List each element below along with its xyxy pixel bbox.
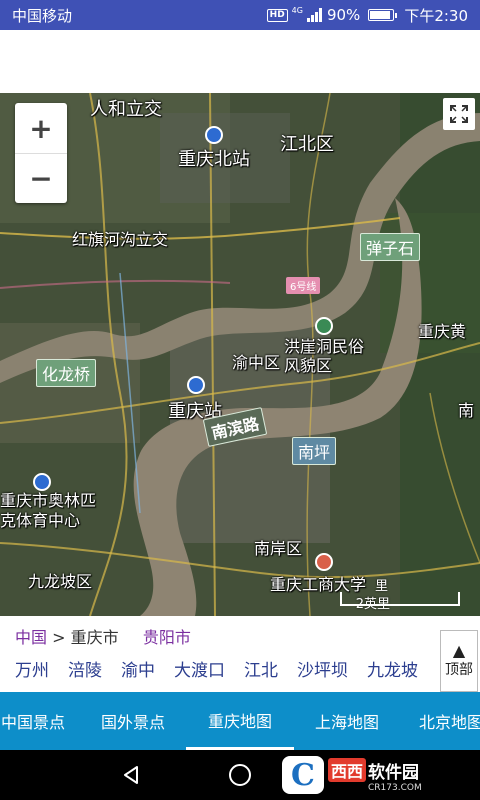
status-indicators: HD 4G 90% 下午2:30 xyxy=(266,5,468,26)
up-arrow-icon: ▲ xyxy=(452,641,466,660)
breadcrumb: 中国 > 重庆市 贵阳市 xyxy=(15,624,191,648)
map-label-hongqi: 红旗河沟立交 xyxy=(72,230,169,249)
watermark-text: 西西 软件园 CR173.COM xyxy=(328,758,422,793)
scale-bar xyxy=(340,592,460,606)
watermark-suffix: 软件园 xyxy=(368,762,420,783)
signal-icon xyxy=(306,8,323,22)
map-label-danzishi: 弹子石 xyxy=(360,233,421,261)
map-label-renhe: 人和立交 xyxy=(90,99,162,120)
train-station-icon xyxy=(187,376,205,394)
clock: 下午2:30 xyxy=(404,6,468,25)
zoom-controls: + − xyxy=(15,103,67,203)
metro-line-badge: 6号线 xyxy=(286,277,321,294)
train-station-icon xyxy=(205,126,223,144)
watermark-icon: C xyxy=(282,756,324,794)
back-icon[interactable] xyxy=(120,764,142,786)
scenic-spot-icon xyxy=(315,317,333,335)
map-label-jiangbei: 江北区 xyxy=(280,134,334,155)
school-icon xyxy=(315,553,333,571)
breadcrumb-china[interactable]: 中国 xyxy=(15,628,47,647)
map-label-hualong: 化龙桥 xyxy=(36,359,97,387)
carrier-name: 中国移动 xyxy=(12,6,73,25)
map-label-chongqing-north: 重庆北站 xyxy=(178,149,250,170)
back-to-top-button[interactable]: ▲ 顶部 xyxy=(440,630,478,692)
fullscreen-icon xyxy=(450,105,468,123)
tab-beijing-map[interactable]: 北京地图 xyxy=(410,692,480,750)
map-label-nanping: 南坪 xyxy=(292,437,337,465)
watermark-logo: C 西西 软件园 CR173.COM xyxy=(282,755,462,795)
city-link[interactable]: 涪陵 xyxy=(68,656,102,681)
map-label-jiulongpo: 九龙坡区 xyxy=(28,572,93,591)
battery-icon xyxy=(368,9,398,21)
tab-shanghai-map[interactable]: 上海地图 xyxy=(306,692,388,750)
map-label-nanan: 南岸区 xyxy=(254,539,303,558)
city-link[interactable]: 渝中 xyxy=(121,656,155,681)
breadcrumb-current: 重庆市 xyxy=(70,628,119,647)
zoom-in-button[interactable]: + xyxy=(15,103,67,153)
city-link[interactable]: 大渡口 xyxy=(174,656,225,681)
tab-chongqing-map[interactable]: 重庆地图 xyxy=(186,692,294,750)
map-label-chongqing-huang: 重庆黄 xyxy=(418,322,467,341)
satellite-map[interactable]: 人和立交 重庆北站 江北区 红旗河沟立交 弹子石 6号线 重庆黄 洪崖洞民俗风貌… xyxy=(0,93,480,616)
status-bar: 中国移动 HD 4G 90% 下午2:30 xyxy=(0,0,480,30)
breadcrumb-guiyang[interactable]: 贵阳市 xyxy=(143,628,191,647)
blank-header xyxy=(0,30,480,93)
watermark-brand: 西西 xyxy=(328,758,367,782)
watermark-url: CR173.COM xyxy=(368,782,422,793)
navigation-bar: C 西西 软件园 CR173.COM xyxy=(0,750,480,800)
city-link[interactable]: 万州 xyxy=(15,656,49,681)
map-label-yuzhong: 渝中区 xyxy=(232,353,281,372)
city-link[interactable]: 九龙坡 xyxy=(367,656,418,681)
map-label-hongya: 洪崖洞民俗风貌区 xyxy=(284,337,365,375)
home-icon[interactable] xyxy=(229,764,251,786)
back-to-top-label: 顶部 xyxy=(445,662,473,678)
stadium-icon xyxy=(33,473,51,491)
city-links: 万州 涪陵 渝中 大渡口 江北 沙坪坝 九龙坡 xyxy=(15,656,437,681)
network-type: 4G xyxy=(291,6,303,15)
bottom-tab-bar: 中国景点 国外景点 重庆地图 上海地图 北京地图 xyxy=(0,692,480,750)
battery-percent: 90% xyxy=(326,6,361,24)
tab-foreign-attractions[interactable]: 国外景点 xyxy=(92,692,174,750)
hd-icon: HD xyxy=(266,8,288,22)
tab-china-attractions[interactable]: 中国景点 xyxy=(0,692,74,750)
breadcrumb-separator: > xyxy=(52,628,66,647)
zoom-out-button[interactable]: − xyxy=(15,153,67,203)
map-label-nan-edge: 南 xyxy=(458,401,475,420)
location-links: 中国 > 重庆市 贵阳市 万州 涪陵 渝中 大渡口 江北 沙坪坝 九龙坡 ▲ 顶… xyxy=(0,616,480,692)
fullscreen-button[interactable] xyxy=(443,98,475,130)
city-link[interactable]: 江北 xyxy=(244,656,278,681)
city-link[interactable]: 沙坪坝 xyxy=(297,656,348,681)
map-label-olympic: 重庆市奥林匹克体育中心 xyxy=(0,491,97,530)
